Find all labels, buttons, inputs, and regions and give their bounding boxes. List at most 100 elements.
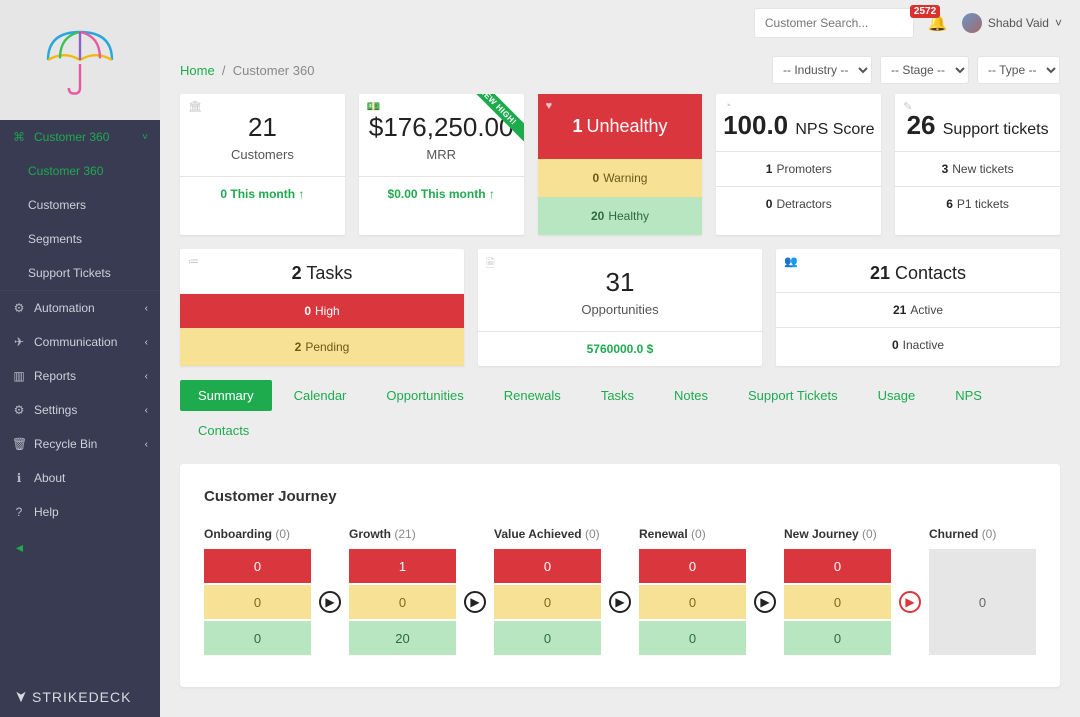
journey-stage-renewal[interactable]: Renewal (0) 0 0 0	[639, 527, 746, 657]
gear-icon: ⚙	[12, 403, 26, 417]
card-tasks[interactable]: ≔ 2 Tasks 0High 2Pending	[180, 249, 464, 366]
chevron-left-icon: ‹	[145, 405, 148, 416]
journey-stage-new[interactable]: New Journey (0) 0 0 0	[784, 527, 891, 657]
people-icon: 👥	[784, 255, 798, 268]
chevron-down-icon: ˅	[1055, 16, 1062, 30]
bank-icon: 🏛	[188, 100, 202, 113]
opps-total: 5760000.0 $	[478, 331, 762, 366]
card-opportunities[interactable]: 🗎 31 Opportunities 5760000.0 $	[478, 249, 762, 366]
subnav-label: Customers	[28, 198, 86, 212]
help-icon: ?	[12, 505, 26, 519]
avatar	[962, 13, 982, 33]
brand-icon	[14, 690, 28, 704]
tasks-header: 2 Tasks	[186, 263, 458, 284]
card-nps[interactable]: ◔ 100.0 NPS Score 1Promoters 0Detractors	[716, 94, 881, 235]
tab-calendar[interactable]: Calendar	[276, 380, 365, 411]
chart-icon: ▥	[12, 369, 26, 383]
send-icon: ✈	[12, 335, 26, 349]
user-menu[interactable]: Shabd Vaid ˅	[962, 13, 1062, 33]
card-customers[interactable]: 🏛 21 Customers 0 This month ↑	[180, 94, 345, 235]
customer-search-input[interactable]	[754, 8, 914, 38]
journey-stage-growth[interactable]: Growth (21) 1 0 20	[349, 527, 456, 657]
stage-red: 0	[204, 549, 311, 583]
brand-footer: STRIKEDECK	[0, 677, 160, 717]
subnav-label: Customer 360	[28, 164, 103, 178]
tab-contacts[interactable]: Contacts	[180, 415, 267, 446]
stage-green: 0	[784, 621, 891, 655]
sidebar: ⌘ Customer 360 ˅ Customer 360 Customers …	[0, 0, 160, 717]
sidebar-collapse-toggle[interactable]: ◂	[0, 529, 160, 566]
nav-communication[interactable]: ✈Communication‹	[0, 325, 160, 359]
subnav-segments[interactable]: Segments	[0, 222, 160, 256]
stage-red: 0	[494, 549, 601, 583]
chevron-left-icon: ‹	[145, 303, 148, 314]
contacts-active: 21Active	[776, 292, 1060, 327]
stage-green: 20	[349, 621, 456, 655]
chevron-down-icon: ˅	[142, 132, 148, 143]
stage-yellow: 0	[204, 585, 311, 619]
nav-settings[interactable]: ⚙ Settings ‹	[0, 393, 160, 427]
churned-value: 0	[929, 549, 1036, 655]
topbar: 2572 🔔 Shabd Vaid ˅	[160, 0, 1080, 46]
tab-notes[interactable]: Notes	[656, 380, 726, 411]
arrow-icon: ▶	[609, 591, 631, 613]
filters: -- Industry -- -- Stage -- -- Type --	[772, 56, 1060, 84]
stage-yellow: 0	[349, 585, 456, 619]
filter-stage[interactable]: -- Stage --	[880, 56, 969, 84]
tab-opportunities[interactable]: Opportunities	[368, 380, 481, 411]
umbrella-logo-icon	[40, 20, 120, 100]
arrow-icon: ▶	[899, 591, 921, 613]
stage-red: 0	[784, 549, 891, 583]
tab-tasks[interactable]: Tasks	[583, 380, 652, 411]
nav-customer360[interactable]: ⌘ Customer 360 ˅	[0, 120, 160, 154]
stage-green: 0	[639, 621, 746, 655]
filter-industry[interactable]: -- Industry --	[772, 56, 872, 84]
nav-help[interactable]: ?Help	[0, 495, 160, 529]
tab-usage[interactable]: Usage	[860, 380, 934, 411]
notifications-button[interactable]: 2572 🔔	[928, 13, 948, 33]
nav-about[interactable]: ℹAbout	[0, 461, 160, 495]
content: 🏛 21 Customers 0 This month ↑ 💵 NEW HIGH…	[160, 94, 1080, 717]
filter-type[interactable]: -- Type --	[977, 56, 1060, 84]
customers-value: 21	[186, 112, 339, 143]
journey-row: Onboarding (0) 0 0 0 ▶ Growth (21) 1 0 2…	[204, 527, 1036, 657]
stats-row-1: 🏛 21 Customers 0 This month ↑ 💵 NEW HIGH…	[180, 94, 1060, 235]
doc-icon: 🗎	[486, 255, 495, 274]
breadcrumb-sep: /	[218, 63, 229, 78]
card-tickets[interactable]: ✎ 26 Support tickets 3New tickets 6P1 ti…	[895, 94, 1060, 235]
tab-nps[interactable]: NPS	[937, 380, 1000, 411]
subbar: Home / Customer 360 -- Industry -- -- St…	[160, 46, 1080, 94]
list-icon: ≔	[188, 255, 199, 268]
dashboard-icon: ⌘	[12, 130, 26, 144]
nav-label: Settings	[34, 403, 77, 417]
nav-label: Recycle Bin	[34, 437, 97, 451]
breadcrumb-home[interactable]: Home	[180, 63, 215, 78]
journey-stage-value[interactable]: Value Achieved (0) 0 0 0	[494, 527, 601, 657]
card-mrr[interactable]: 💵 NEW HIGH! $176,250.00 MRR $0.00 This m…	[359, 94, 524, 235]
tasks-pending: 2Pending	[180, 328, 464, 366]
tickets-new: 3New tickets	[895, 151, 1060, 186]
card-contacts[interactable]: 👥 21 Contacts 21Active 0Inactive	[776, 249, 1060, 366]
card-health[interactable]: ♥ 1Unhealthy 0Warning 20Healthy	[538, 94, 703, 235]
stage-red: 0	[639, 549, 746, 583]
health-unhealthy: 1Unhealthy	[538, 94, 703, 159]
subnav-support-tickets[interactable]: Support Tickets	[0, 256, 160, 290]
tab-summary[interactable]: Summary	[180, 380, 272, 411]
customers-label: Customers	[186, 147, 339, 162]
tab-support-tickets[interactable]: Support Tickets	[730, 380, 856, 411]
sidebar-nav: ⌘ Customer 360 ˅ Customer 360 Customers …	[0, 120, 160, 677]
journey-stage-churned[interactable]: Churned (0) 0	[929, 527, 1036, 657]
journey-stage-onboarding[interactable]: Onboarding (0) 0 0 0	[204, 527, 311, 657]
arrow-icon: ▶	[464, 591, 486, 613]
tab-renewals[interactable]: Renewals	[486, 380, 579, 411]
nav-recycle-bin[interactable]: 🗑Recycle Bin‹	[0, 427, 160, 461]
heart-icon: ♥	[546, 100, 553, 112]
subnav-customers[interactable]: Customers	[0, 188, 160, 222]
mrr-foot: $0.00 This month ↑	[359, 176, 524, 211]
tasks-high: 0High	[180, 294, 464, 328]
subnav-customer360[interactable]: Customer 360	[0, 154, 160, 188]
nps-promoters: 1Promoters	[716, 151, 881, 186]
stats-row-2: ≔ 2 Tasks 0High 2Pending 🗎 31 Opportunit…	[180, 249, 1060, 366]
nav-reports[interactable]: ▥Reports‹	[0, 359, 160, 393]
nav-automation[interactable]: ⚙Automation‹	[0, 290, 160, 325]
